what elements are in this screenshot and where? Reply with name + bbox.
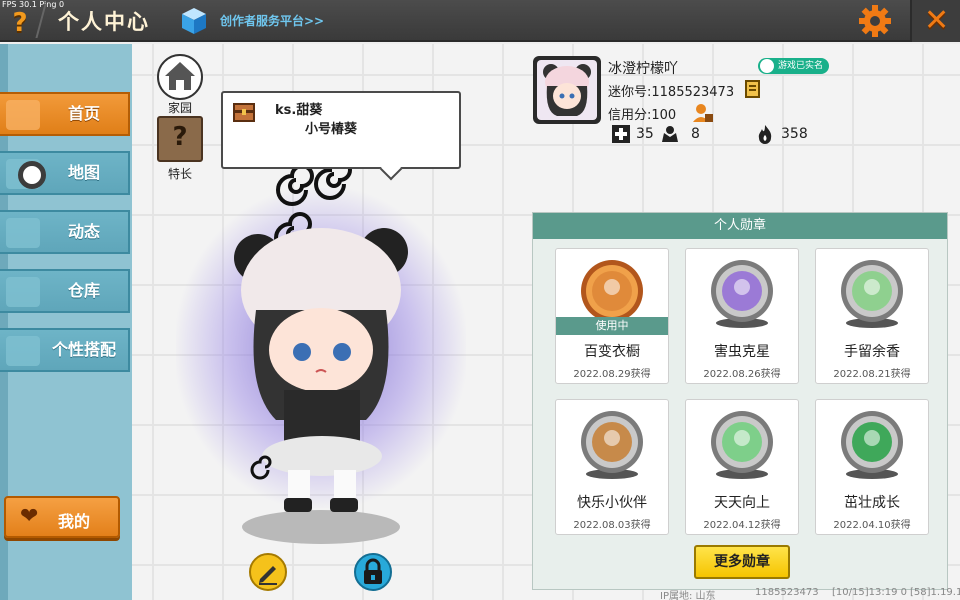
heart-icon: ❤ bbox=[20, 504, 39, 529]
badge-name: 害虫克星 bbox=[714, 344, 770, 360]
medal-icon bbox=[841, 411, 903, 479]
mine-button-label: 我的 bbox=[58, 512, 91, 531]
home-garden-icon[interactable] bbox=[157, 54, 203, 100]
edit-button[interactable] bbox=[249, 553, 287, 591]
profile-avatar[interactable] bbox=[533, 56, 601, 124]
badge-date: 2022.04.10获得 bbox=[833, 520, 911, 531]
badge-card[interactable]: 手留余香 2022.08.21获得 bbox=[815, 248, 929, 384]
badge-date: 2022.08.26获得 bbox=[703, 369, 781, 380]
warehouse-icon bbox=[6, 277, 40, 307]
sidebar-item-activity[interactable]: 动态 bbox=[0, 210, 130, 254]
badge-card[interactable]: 茁壮成长 2022.04.10获得 bbox=[815, 399, 929, 535]
outfit-icon bbox=[6, 336, 40, 366]
close-button[interactable]: ✕ bbox=[910, 0, 960, 42]
stat-plus-count: 35 bbox=[636, 126, 654, 142]
sidebar-item-label: 地图 bbox=[67, 163, 100, 182]
credit-score: 信用分:100 bbox=[608, 108, 677, 123]
sidebar-item-home[interactable]: 首页 bbox=[0, 92, 130, 136]
in-use-tag: 使用中 bbox=[556, 317, 668, 335]
lock-button[interactable] bbox=[354, 553, 392, 591]
more-badges-button[interactable]: 更多勋章 bbox=[694, 545, 790, 579]
home-garden-label: 家园 bbox=[167, 101, 192, 115]
gear-icon[interactable] bbox=[858, 4, 892, 38]
badge-name: 百变衣橱 bbox=[584, 344, 640, 360]
person-badge-icon[interactable] bbox=[692, 102, 714, 124]
question-block-icon: ? bbox=[172, 122, 188, 152]
creator-platform-link[interactable]: 创作者服务平台>> bbox=[220, 12, 324, 29]
question-icon[interactable]: ? bbox=[8, 8, 32, 38]
title-divider bbox=[35, 4, 47, 38]
skill-button[interactable]: ? bbox=[157, 116, 203, 162]
speech-subtitle: 小号椿葵 bbox=[305, 122, 358, 137]
sidebar: 首页 地图 动态 仓库 个性搭配 ❤ 我的 bbox=[0, 44, 132, 600]
page-title: 个人中心 bbox=[58, 10, 150, 34]
sidebar-item-map[interactable]: 地图 bbox=[0, 151, 130, 195]
badge-card[interactable]: 天天向上 2022.04.12获得 bbox=[685, 399, 799, 535]
badge-card[interactable]: 使用中百变衣橱 2022.08.29获得 bbox=[555, 248, 669, 384]
stat-fans-count: 8 bbox=[691, 126, 700, 142]
medal-icon bbox=[841, 260, 903, 328]
realname-badge-label: 游戏已实名 bbox=[778, 61, 824, 71]
record-dot-icon bbox=[18, 161, 46, 189]
speech-bubble: ks.甜葵 小号椿葵 bbox=[221, 91, 461, 169]
lock-icon bbox=[364, 558, 382, 584]
badge-date: 2022.08.29获得 bbox=[573, 369, 651, 380]
copy-icon[interactable] bbox=[745, 80, 763, 100]
sidebar-item-label: 仓库 bbox=[67, 281, 100, 300]
badge-name: 快乐小伙伴 bbox=[577, 495, 647, 511]
verified-user-icon bbox=[760, 59, 774, 73]
badge-card[interactable]: 害虫克星 2022.08.26获得 bbox=[685, 248, 799, 384]
badge-name: 天天向上 bbox=[714, 495, 770, 511]
badge-name: 茁壮成长 bbox=[844, 495, 900, 511]
medal-icon bbox=[581, 411, 643, 479]
skill-label: 特长 bbox=[167, 167, 192, 181]
fans-icon bbox=[662, 126, 678, 142]
close-icon: ✕ bbox=[924, 3, 950, 38]
medal-icon bbox=[711, 411, 773, 479]
medal-icon bbox=[711, 260, 773, 328]
avatar-portrait-icon bbox=[543, 64, 591, 116]
sidebar-item-label: 个性搭配 bbox=[51, 340, 116, 359]
sidebar-item-label: 首页 bbox=[67, 104, 100, 123]
footer-version: [58]1.19.1 bbox=[910, 587, 960, 598]
badge-date: 2022.04.12获得 bbox=[703, 520, 781, 531]
player-avatar[interactable] bbox=[226, 160, 416, 530]
badge-date: 2022.08.03获得 bbox=[573, 520, 651, 531]
pencil-icon bbox=[259, 566, 277, 585]
bell-icon bbox=[6, 218, 40, 248]
badge-name: 手留余香 bbox=[844, 344, 900, 360]
ip-location: IP属地: 山东 bbox=[660, 591, 716, 600]
sidebar-item-label: 动态 bbox=[67, 222, 100, 241]
plus-icon bbox=[612, 125, 630, 143]
home-icon bbox=[6, 100, 40, 130]
top-bar: FPS 30.1 Ping 0 ? 个人中心 创作者服务平台>> ✕ bbox=[0, 0, 960, 42]
cube-icon[interactable] bbox=[181, 7, 207, 35]
sidebar-item-outfit[interactable]: 个性搭配 bbox=[0, 328, 130, 372]
footer-time: [10/15]13:19 0 bbox=[832, 587, 907, 598]
footer-uid: 1185523473 bbox=[755, 587, 819, 598]
fire-icon bbox=[758, 125, 772, 144]
username: 冰澄柠檬吖 bbox=[608, 61, 678, 77]
badge-date: 2022.08.21获得 bbox=[833, 369, 911, 380]
stat-fire-count: 358 bbox=[781, 126, 808, 142]
mine-button[interactable]: ❤ 我的 bbox=[4, 496, 120, 538]
chest-icon bbox=[233, 103, 255, 122]
realname-badge: 游戏已实名 bbox=[758, 58, 830, 74]
speech-name: ks.甜葵 bbox=[275, 103, 323, 118]
badge-card[interactable]: 快乐小伙伴 2022.08.03获得 bbox=[555, 399, 669, 535]
mini-id: 迷你号:1185523473 bbox=[608, 85, 735, 100]
sidebar-item-warehouse[interactable]: 仓库 bbox=[0, 269, 130, 313]
badges-title: 个人勋章 bbox=[533, 213, 947, 239]
